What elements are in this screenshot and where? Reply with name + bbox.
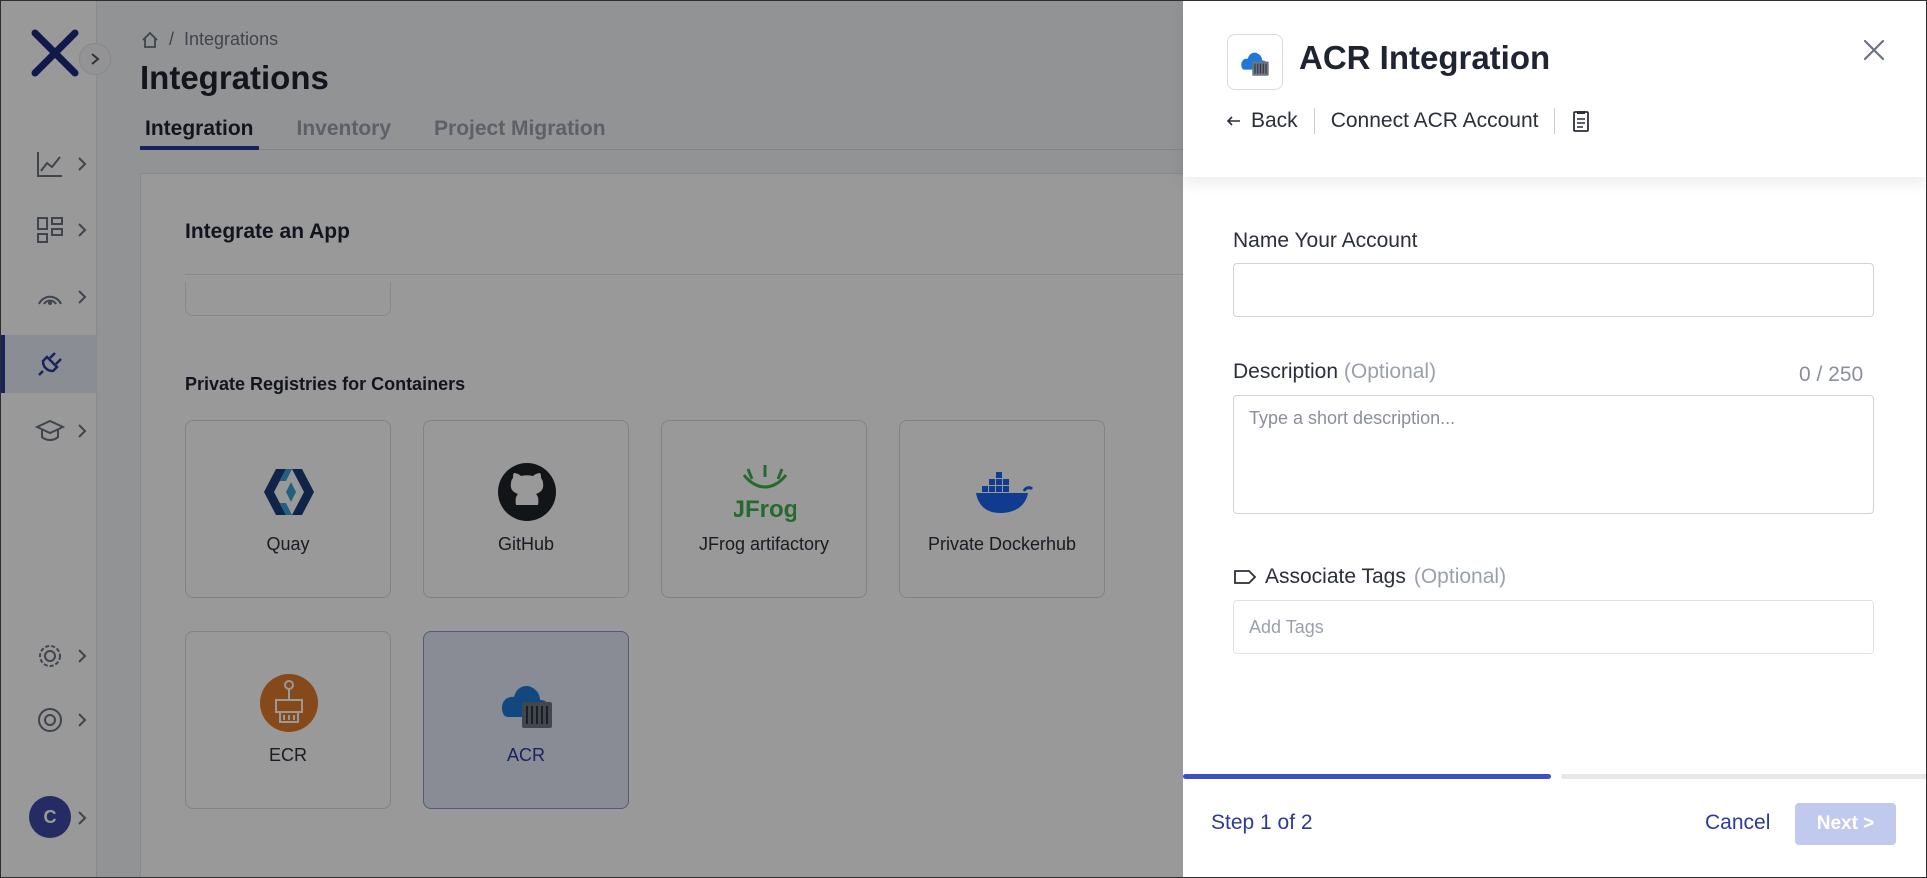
close-icon[interactable] — [1859, 35, 1889, 65]
drawer-title: ACR Integration — [1299, 39, 1551, 76]
acr-logo-icon — [1241, 52, 1269, 76]
document-icon[interactable] — [1571, 109, 1591, 133]
arrow-left-icon — [1226, 116, 1240, 126]
tags-input[interactable]: Add Tags — [1233, 600, 1874, 654]
drawer-app-icon — [1227, 34, 1283, 90]
integration-drawer: ACR Integration Back Connect ACR Account… — [1183, 1, 1926, 877]
account-name-input[interactable] — [1233, 263, 1874, 317]
progress-segment-active — [1183, 774, 1551, 779]
description-label: Description (Optional) — [1233, 360, 1436, 384]
character-counter: 0 / 250 — [1799, 363, 1864, 386]
step-progress — [1183, 774, 1926, 779]
back-button[interactable]: Back — [1225, 109, 1298, 133]
drawer-header: ACR Integration Back Connect ACR Account — [1183, 1, 1926, 177]
back-label: Back — [1251, 109, 1298, 132]
tags-label: Associate Tags (Optional) — [1233, 565, 1506, 589]
description-label-text: Description — [1233, 360, 1339, 383]
optional-hint: (Optional) — [1343, 360, 1437, 383]
drawer-nav: Back Connect ACR Account — [1225, 107, 1591, 135]
app-window: C / Integrations Integrations Integratio… — [0, 0, 1927, 878]
divider — [1313, 108, 1315, 134]
modal-backdrop[interactable] — [1, 1, 1183, 877]
name-label: Name Your Account — [1233, 229, 1418, 252]
tag-icon — [1234, 570, 1257, 584]
progress-segment-inactive — [1560, 774, 1926, 779]
tags-label-text: Associate Tags — [1265, 565, 1406, 588]
step-indicator: Step 1 of 2 — [1211, 811, 1313, 834]
description-textarea[interactable]: Type a short description... — [1233, 395, 1874, 514]
drawer-subtitle: Connect ACR Account — [1330, 109, 1539, 132]
optional-hint: (Optional) — [1413, 565, 1507, 588]
cancel-button[interactable]: Cancel — [1705, 811, 1770, 835]
next-button[interactable]: Next > — [1795, 803, 1896, 845]
divider — [1554, 108, 1556, 134]
